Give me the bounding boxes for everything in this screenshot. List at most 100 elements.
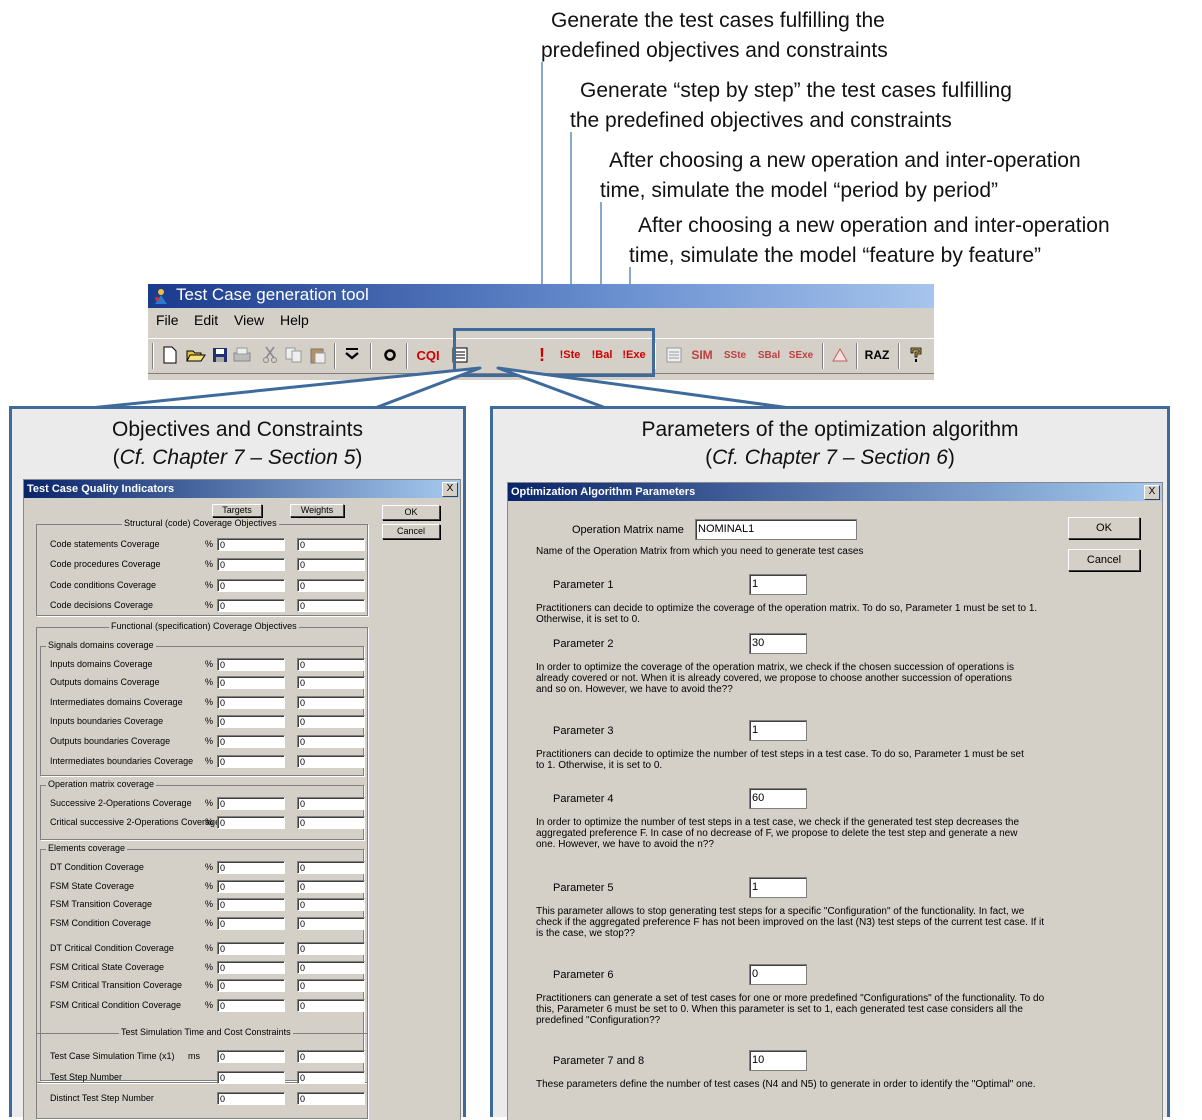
weight-input[interactable]: 0 xyxy=(297,942,365,955)
parameter-description-line: this, Parameter 6 must be set to 0. When… xyxy=(536,1004,1023,1015)
weight-input[interactable]: 0 xyxy=(297,898,365,911)
app-icon xyxy=(155,289,167,304)
target-input[interactable]: 0 xyxy=(217,1092,285,1105)
optimization-ok-button[interactable]: OK xyxy=(1068,517,1140,539)
parameter-description-line: Practitioners can decide to optimize the… xyxy=(536,749,1024,760)
weight-input[interactable]: 0 xyxy=(297,999,365,1012)
target-input[interactable]: 0 xyxy=(217,880,285,893)
matrix-name-input[interactable]: NOMINAL1 xyxy=(695,519,857,540)
indicator-label: Code decisions Coverage xyxy=(50,600,154,610)
signals-group-label: Signals domains coverage xyxy=(46,640,156,650)
weight-input[interactable]: 0 xyxy=(297,735,365,748)
weight-input[interactable]: 0 xyxy=(297,696,365,709)
indicator-unit: % xyxy=(205,559,214,569)
target-input[interactable]: 0 xyxy=(217,999,285,1012)
opmatrix-group-label: Operation matrix coverage xyxy=(46,779,157,789)
target-input[interactable]: 0 xyxy=(217,658,285,671)
quality-dialog-title[interactable]: Test Case Quality Indicators xyxy=(24,480,460,498)
target-input[interactable]: 0 xyxy=(217,696,285,709)
indicator-unit: % xyxy=(205,716,214,726)
indicator-unit: % xyxy=(205,962,214,972)
target-input[interactable]: 0 xyxy=(217,599,285,612)
target-input[interactable]: 0 xyxy=(217,917,285,930)
target-input[interactable]: 0 xyxy=(217,676,285,689)
target-input[interactable]: 0 xyxy=(217,861,285,874)
menu-help[interactable]: Help xyxy=(280,312,309,328)
parameter-description-line: Practitioners can generate a set of test… xyxy=(536,993,1045,1004)
weight-input[interactable]: 0 xyxy=(297,861,365,874)
target-input[interactable]: 0 xyxy=(217,1050,285,1063)
target-input[interactable]: 0 xyxy=(217,558,285,571)
sbal-label: Bal xyxy=(764,349,781,361)
weight-input[interactable]: 0 xyxy=(297,658,365,671)
weight-input[interactable]: 0 xyxy=(297,1071,365,1084)
weight-input[interactable]: 0 xyxy=(297,558,365,571)
parameter-input[interactable]: 1 xyxy=(749,720,807,741)
target-input[interactable]: 0 xyxy=(217,898,285,911)
indicator-label: Successive 2-Operations Coverage xyxy=(50,798,192,808)
quality-dialog-close-button[interactable]: X xyxy=(442,482,458,497)
indicator-label: Critical successive 2-Operations Coverag… xyxy=(50,817,221,827)
target-input[interactable]: 0 xyxy=(217,816,285,829)
weight-input[interactable]: 0 xyxy=(297,1092,365,1105)
weight-input[interactable]: 0 xyxy=(297,979,365,992)
functional-group-label: Functional (specification) Coverage Obje… xyxy=(109,621,299,631)
weight-input[interactable]: 0 xyxy=(297,676,365,689)
target-input[interactable]: 0 xyxy=(217,942,285,955)
matrix-name-description: Name of the Operation Matrix from which … xyxy=(536,546,864,557)
parameter-input[interactable]: 60 xyxy=(749,788,807,809)
indicator-unit: % xyxy=(205,677,214,687)
target-input[interactable]: 0 xyxy=(217,755,285,768)
weight-input[interactable]: 0 xyxy=(297,579,365,592)
target-input[interactable]: 0 xyxy=(217,715,285,728)
parameter-label: Parameter 5 xyxy=(553,882,614,894)
quality-ok-button[interactable]: OK xyxy=(382,505,440,520)
indicator-label: Intermediates boundaries Coverage xyxy=(50,756,194,766)
menu-file[interactable]: File xyxy=(156,312,179,328)
indicator-unit: ms xyxy=(188,1051,200,1061)
optimization-dialog-title[interactable]: Optimization Algorithm Parameters xyxy=(508,483,1162,501)
parameter-label: Parameter 6 xyxy=(553,969,614,981)
target-input[interactable]: 0 xyxy=(217,1071,285,1084)
target-input[interactable]: 0 xyxy=(217,538,285,551)
parameter-input[interactable]: 1 xyxy=(749,877,807,898)
weight-input[interactable]: 0 xyxy=(297,715,365,728)
weight-input[interactable]: 0 xyxy=(297,797,365,810)
target-input[interactable]: 0 xyxy=(217,797,285,810)
weight-input[interactable]: 0 xyxy=(297,599,365,612)
target-input[interactable]: 0 xyxy=(217,961,285,974)
parameter-label: Parameter 3 xyxy=(553,725,614,737)
parameter-description-line: to 1. Otherwise, it is set to 0. xyxy=(536,760,663,771)
parameter-description-line: is the case, we stop?? xyxy=(536,928,635,939)
quality-cancel-button[interactable]: Cancel xyxy=(382,524,440,539)
indicator-unit: % xyxy=(205,539,214,549)
weight-input[interactable]: 0 xyxy=(297,880,365,893)
optimization-dialog-close-button[interactable]: X xyxy=(1144,485,1160,500)
weight-input[interactable]: 0 xyxy=(297,917,365,930)
menu-edit[interactable]: Edit xyxy=(194,312,218,328)
target-input[interactable]: 0 xyxy=(217,579,285,592)
weight-input[interactable]: 0 xyxy=(297,755,365,768)
weight-input[interactable]: 0 xyxy=(297,816,365,829)
parameter-input[interactable]: 1 xyxy=(749,574,807,595)
indicator-unit: % xyxy=(205,736,214,746)
objectives-panel: Objectives and Constraints (Cf. Chapter … xyxy=(9,406,466,1120)
parameter-input[interactable]: 0 xyxy=(749,964,807,985)
indicator-unit: % xyxy=(205,899,214,909)
parameter-input[interactable]: 10 xyxy=(749,1050,807,1071)
target-input[interactable]: 0 xyxy=(217,979,285,992)
parameter-label: Parameter 4 xyxy=(553,793,614,805)
weight-input[interactable]: 0 xyxy=(297,1050,365,1063)
parameter-label: Parameter 1 xyxy=(553,579,614,591)
parameter-input[interactable]: 30 xyxy=(749,633,807,654)
title-bar[interactable]: Test Case generation tool xyxy=(148,284,934,308)
weight-input[interactable]: 0 xyxy=(297,961,365,974)
parameter-description-line: This parameter allows to stop generating… xyxy=(536,906,1025,917)
parameter-description-line: These parameters define the number of te… xyxy=(536,1079,1036,1090)
menu-view[interactable]: View xyxy=(234,312,264,328)
target-input[interactable]: 0 xyxy=(217,735,285,748)
indicator-unit: % xyxy=(205,697,214,707)
parameter-description-line: one. However, we have to avoid the n?? xyxy=(536,839,714,850)
optimization-cancel-button[interactable]: Cancel xyxy=(1068,549,1140,571)
weight-input[interactable]: 0 xyxy=(297,538,365,551)
